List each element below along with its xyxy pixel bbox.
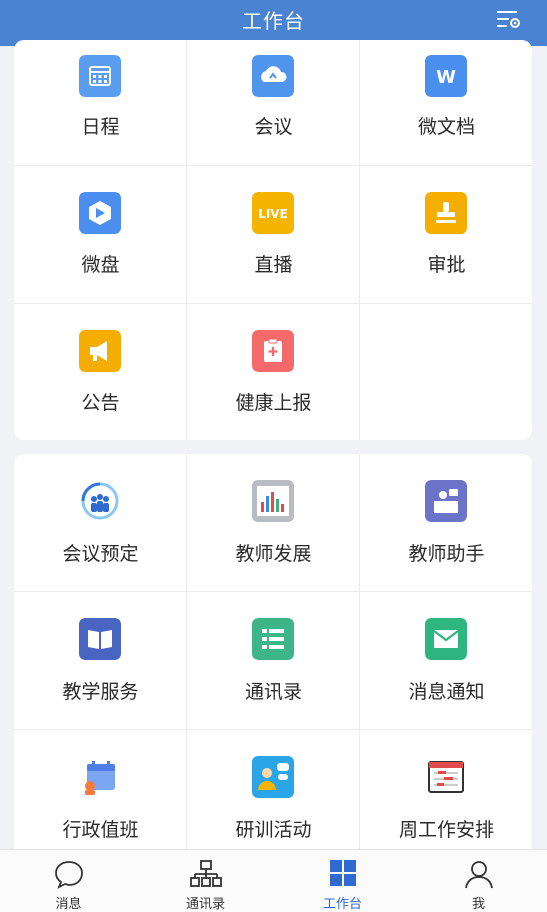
app-tile-micro-doc[interactable]: W 微文档 (360, 40, 532, 178)
svg-text:LIVE: LIVE (258, 207, 288, 221)
cloud-icon (252, 55, 294, 97)
app-tile-live[interactable]: LIVE 直播 (187, 166, 360, 304)
app-label: 教师发展 (235, 543, 312, 565)
filter-settings-icon[interactable] (495, 8, 521, 32)
app-label: 通讯录 (244, 681, 302, 703)
app-tile-message-notice[interactable]: 消息通知 (360, 592, 532, 730)
app-tile-weekly-schedule[interactable]: 周工作安排 (360, 730, 532, 868)
app-tile-announcement[interactable]: 公告 (14, 304, 187, 440)
app-label: 行政值班 (62, 819, 139, 841)
book-icon (79, 618, 121, 660)
training-activity-icon (252, 756, 294, 798)
app-tile-contacts[interactable]: 通讯录 (187, 592, 360, 730)
app-tile-schedule[interactable]: 日程 (14, 40, 187, 178)
tab-me[interactable]: 我 (410, 850, 547, 912)
calendar-icon (79, 55, 121, 97)
tab-label: 工作台 (322, 897, 362, 912)
app-tile-teaching-service[interactable]: 教学服务 (14, 592, 187, 730)
bottom-tab-bar: 消息 通讯录 工作台 我 (0, 849, 547, 912)
app-label: 研训活动 (235, 819, 312, 841)
duty-calendar-icon (85, 761, 115, 795)
tab-label: 我 (471, 897, 485, 912)
tab-contacts[interactable]: 通讯录 (137, 850, 274, 912)
megaphone-icon (79, 330, 121, 372)
app-tile-teacher-assistant[interactable]: 教师助手 (360, 454, 532, 592)
app-label: 审批 (427, 254, 466, 276)
stamp-icon (425, 192, 467, 234)
app-tile-training-activity[interactable]: 研训活动 (187, 730, 360, 868)
app-tile-meeting-booking[interactable]: 会议预定 (14, 454, 187, 592)
disk-icon (79, 192, 121, 234)
app-label: 消息通知 (408, 681, 485, 703)
app-label: 教学服务 (62, 681, 139, 703)
app-label: 健康上报 (235, 392, 312, 414)
app-label: 微盘 (81, 254, 120, 276)
app-label: 公告 (81, 392, 120, 414)
tab-label: 通讯录 (185, 897, 225, 912)
app-tile-admin-duty[interactable]: 行政值班 (14, 730, 187, 868)
app-tile-teacher-development[interactable]: 教师发展 (187, 454, 360, 592)
weekly-schedule-icon (428, 761, 464, 793)
apps-card-secondary: 会议预定 教师发展 教师助手 教学服务 通讯录 消息通知 行政值班 研训活动 周… (14, 454, 532, 874)
app-label: 日程 (81, 116, 120, 138)
app-tile-micro-disk[interactable]: 微盘 (14, 166, 187, 304)
tab-messages[interactable]: 消息 (0, 850, 137, 912)
tab-workbench[interactable]: 工作台 (274, 850, 411, 912)
app-label: 教师助手 (408, 543, 485, 565)
list-icon (252, 618, 294, 660)
app-tile-health-report[interactable]: 健康上报 (187, 304, 360, 440)
app-label: 微文档 (417, 116, 475, 138)
app-label: 直播 (254, 254, 293, 276)
meeting-booking-icon (81, 482, 119, 520)
app-label: 会议预定 (62, 543, 139, 565)
svg-text:W: W (436, 67, 456, 88)
app-label: 周工作安排 (398, 819, 494, 841)
health-report-icon (252, 330, 294, 372)
mail-icon (425, 618, 467, 660)
chat-bubble-icon (54, 861, 83, 889)
app-tile-approval[interactable]: 审批 (360, 166, 532, 304)
person-icon (464, 861, 493, 889)
app-label: 会议 (254, 116, 293, 138)
app-tile-meeting[interactable]: 会议 (187, 40, 360, 178)
tab-label: 消息 (55, 897, 82, 912)
live-icon: LIVE (252, 192, 294, 234)
org-chart-icon (189, 860, 222, 887)
apps-card-primary: 日程 会议 W 微文档 微盘 LIVE 直播 审批 公告 健康上报 (14, 40, 532, 440)
grid-icon (329, 860, 356, 886)
teacher-assistant-icon (425, 480, 467, 522)
bar-chart-icon (252, 480, 294, 522)
word-doc-icon: W (425, 55, 467, 97)
